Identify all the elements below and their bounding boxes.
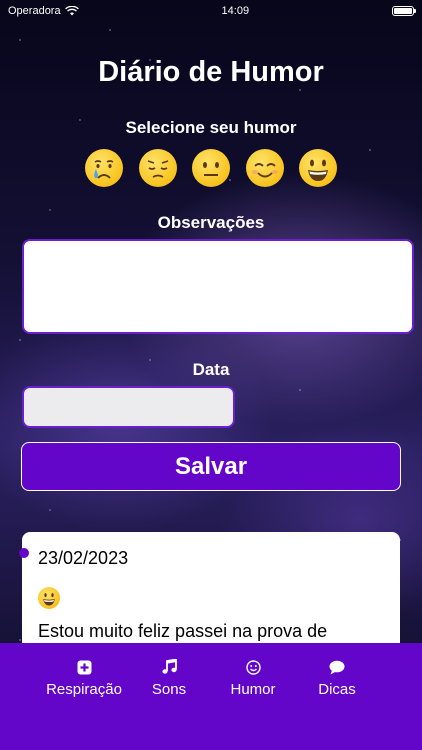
wifi-icon: [64, 6, 79, 16]
page-title: Diário de Humor: [98, 56, 324, 88]
status-bar: Operadora 14:09: [0, 0, 422, 22]
observations-label: Observações: [157, 213, 265, 232]
carrier-label: Operadora: [8, 5, 61, 17]
date-label: Data: [192, 360, 230, 379]
tab-label: Respiração: [46, 681, 122, 698]
date-field[interactable]: [22, 386, 235, 428]
crying-face-icon[interactable]: [85, 149, 123, 187]
mood-selector: [85, 148, 337, 188]
mood-label: Selecione seu humor: [125, 118, 297, 137]
tab-respiracao[interactable]: Respiração: [42, 659, 126, 698]
smiling-face-icon[interactable]: [245, 149, 284, 187]
battery-icon: [392, 6, 416, 16]
music-note-icon: [161, 659, 177, 675]
tab-humor[interactable]: Humor: [226, 659, 280, 698]
tab-label: Dicas: [318, 681, 356, 698]
status-left: Operadora: [8, 5, 79, 17]
smile-icon: [245, 659, 261, 675]
tab-dicas[interactable]: Dicas: [312, 659, 362, 698]
entry-marker-dot: [19, 548, 29, 558]
status-time: 14:09: [221, 5, 250, 17]
observations-field[interactable]: [22, 239, 414, 334]
tab-label: Sons: [151, 681, 187, 698]
save-button[interactable]: Salvar: [21, 442, 401, 491]
entry-date: 23/02/2023: [38, 548, 129, 568]
grinning-face-icon: [38, 587, 60, 609]
chat-bubble-icon: [329, 659, 345, 675]
tab-bar: Respiração Sons Humor Dicas: [0, 643, 422, 750]
neutral-face-icon[interactable]: [192, 149, 230, 187]
entry-text: Estou muito feliz passei na prova de: [38, 621, 328, 641]
grinning-face-icon[interactable]: [299, 149, 337, 187]
plus-square-icon: [77, 659, 92, 675]
tab-sons[interactable]: Sons: [146, 659, 192, 698]
pensive-face-icon[interactable]: [138, 149, 177, 187]
tab-label: Humor: [230, 681, 276, 698]
